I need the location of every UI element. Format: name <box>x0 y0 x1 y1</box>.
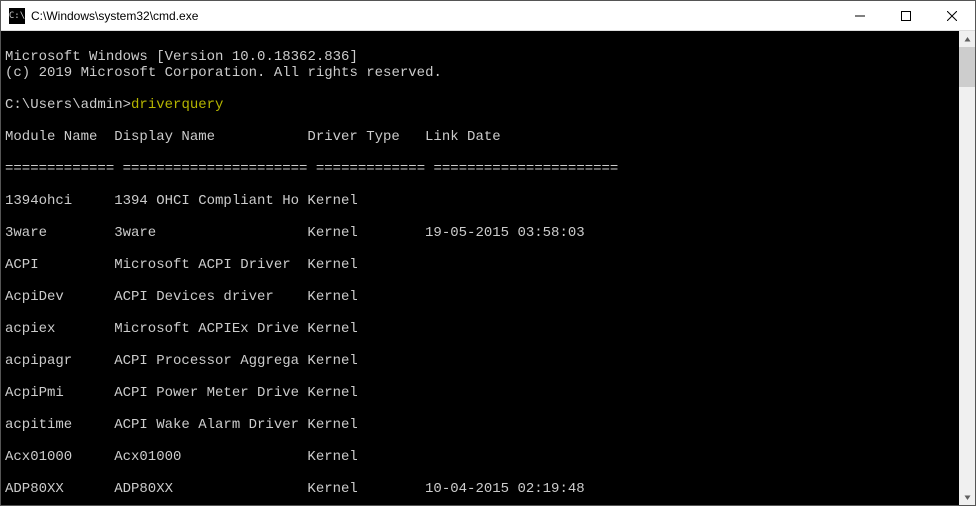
col-display: Display Name <box>114 129 307 145</box>
minimize-button[interactable] <box>837 1 883 30</box>
cell-type: Kernel <box>307 417 425 433</box>
cell-module: 3ware <box>5 225 114 241</box>
cell-display: Microsoft ACPI Driver <box>114 257 307 273</box>
cmd-window: C:\ C:\Windows\system32\cmd.exe Microsof… <box>0 0 976 506</box>
table-row: ACPIMicrosoft ACPI DriverKernel <box>5 257 955 273</box>
cell-display: ACPI Power Meter Drive <box>114 385 307 401</box>
cell-type: Kernel <box>307 257 425 273</box>
table-header: Module NameDisplay NameDriver TypeLink D… <box>5 129 955 145</box>
cell-display: 1394 OHCI Compliant Ho <box>114 193 307 209</box>
cell-type: Kernel <box>307 481 425 497</box>
table-row: Acx01000Acx01000Kernel <box>5 449 955 465</box>
cell-type: Kernel <box>307 289 425 305</box>
scroll-up-button[interactable] <box>959 31 975 47</box>
table-row: acpiexMicrosoft ACPIEx DriveKernel <box>5 321 955 337</box>
prompt-path: C:\Users\admin> <box>5 97 131 113</box>
table-row: AcpiPmiACPI Power Meter DriveKernel <box>5 385 955 401</box>
maximize-button[interactable] <box>883 1 929 30</box>
cell-display: ACPI Wake Alarm Driver <box>114 417 307 433</box>
col-type: Driver Type <box>307 129 425 145</box>
cell-module: ACPI <box>5 257 114 273</box>
cell-type: Kernel <box>307 385 425 401</box>
command-text: driverquery <box>131 97 223 113</box>
cell-display: ADP80XX <box>114 481 307 497</box>
cell-type: Kernel <box>307 193 425 209</box>
cmd-icon: C:\ <box>9 8 25 24</box>
vertical-scrollbar[interactable] <box>959 31 975 505</box>
cell-module: acpitime <box>5 417 114 433</box>
scrollbar-track[interactable] <box>959 47 975 489</box>
copyright-line: (c) 2019 Microsoft Corporation. All righ… <box>5 65 442 81</box>
cell-module: AcpiDev <box>5 289 114 305</box>
cell-type: Kernel <box>307 449 425 465</box>
table-row: acpitimeACPI Wake Alarm DriverKernel <box>5 417 955 433</box>
scroll-down-button[interactable] <box>959 489 975 505</box>
cell-display: ACPI Processor Aggrega <box>114 353 307 369</box>
table-row: AcpiDevACPI Devices driverKernel <box>5 289 955 305</box>
cell-module: AcpiPmi <box>5 385 114 401</box>
cell-date: 19-05-2015 03:58:03 <box>425 225 585 241</box>
console-output[interactable]: Microsoft Windows [Version 10.0.18362.83… <box>1 31 959 505</box>
cell-type: Kernel <box>307 321 425 337</box>
cell-module: acpiex <box>5 321 114 337</box>
col-module: Module Name <box>5 129 114 145</box>
col-date: Link Date <box>425 129 501 145</box>
table-row: 1394ohci1394 OHCI Compliant HoKernel <box>5 193 955 209</box>
console-area: Microsoft Windows [Version 10.0.18362.83… <box>1 31 975 505</box>
cell-type: Kernel <box>307 353 425 369</box>
window-title: C:\Windows\system32\cmd.exe <box>31 9 198 23</box>
cell-display: ACPI Devices driver <box>114 289 307 305</box>
cell-module: 1394ohci <box>5 193 114 209</box>
cell-module: acpipagr <box>5 353 114 369</box>
prompt-line: C:\Users\admin>driverquery <box>5 97 223 113</box>
cell-display: Acx01000 <box>114 449 307 465</box>
cell-display: 3ware <box>114 225 307 241</box>
version-line: Microsoft Windows [Version 10.0.18362.83… <box>5 49 358 65</box>
window-controls <box>837 1 975 30</box>
cell-module: Acx01000 <box>5 449 114 465</box>
scrollbar-thumb[interactable] <box>959 47 975 87</box>
table-row: acpipagrACPI Processor AggregaKernel <box>5 353 955 369</box>
table-row: 3ware3wareKernel19-05-2015 03:58:03 <box>5 225 955 241</box>
cell-display: Microsoft ACPIEx Drive <box>114 321 307 337</box>
table-row: ADP80XXADP80XXKernel10-04-2015 02:19:48 <box>5 481 955 497</box>
cell-date: 10-04-2015 02:19:48 <box>425 481 585 497</box>
cell-type: Kernel <box>307 225 425 241</box>
cell-module: ADP80XX <box>5 481 114 497</box>
titlebar[interactable]: C:\ C:\Windows\system32\cmd.exe <box>1 1 975 31</box>
table-separator: ============= ====================== ===… <box>5 161 955 177</box>
close-button[interactable] <box>929 1 975 30</box>
